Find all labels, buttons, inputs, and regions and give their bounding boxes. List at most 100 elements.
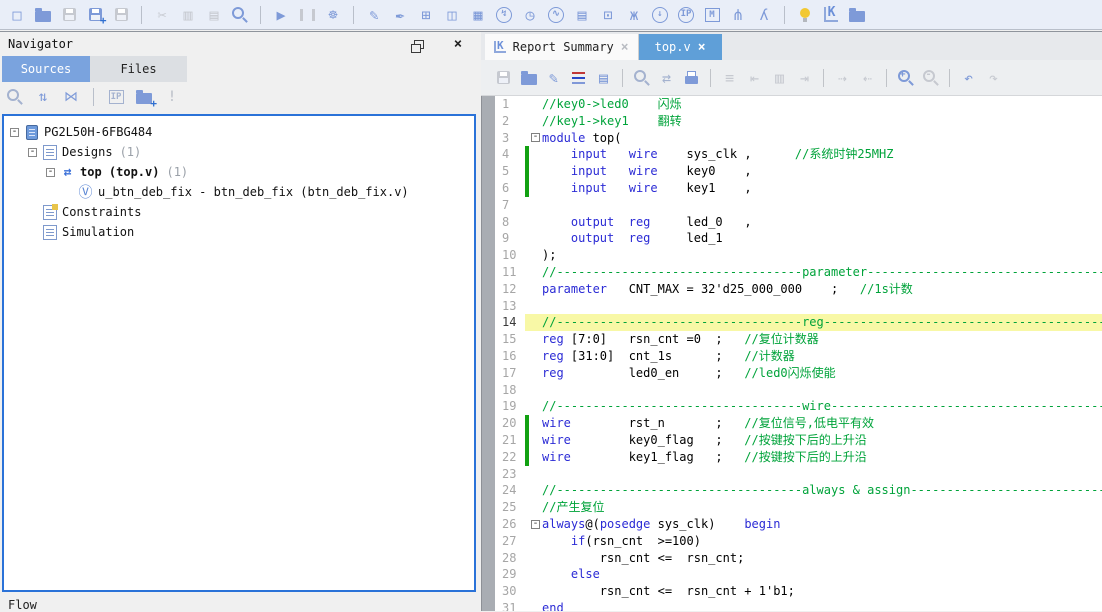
- project-directory-icon[interactable]: [844, 3, 870, 27]
- report-settings-icon[interactable]: ✒: [387, 3, 413, 27]
- report-viewer-icon[interactable]: ▤: [569, 3, 595, 27]
- navigator-toolbar: ⇅⋈ IP+!: [0, 82, 481, 112]
- expander-icon[interactable]: -: [28, 148, 37, 157]
- code-editor[interactable]: 1//key0->led0 闪烁2//key1->key1 翻转3-module…: [495, 96, 1102, 611]
- indent-icon[interactable]: ⇥: [792, 66, 817, 90]
- justify-icon[interactable]: ≡: [717, 66, 742, 90]
- synthesize-icon[interactable]: ↯: [491, 3, 517, 27]
- code-text: output reg led_0 ,: [542, 214, 1102, 231]
- search-sources-icon[interactable]: [2, 85, 28, 109]
- undo-icon[interactable]: ↶: [956, 66, 981, 90]
- prev-bookmark-icon[interactable]: ⇠: [855, 66, 880, 90]
- doc-icon: [42, 145, 57, 160]
- panel-splitter[interactable]: [481, 96, 495, 611]
- editor-tab-bar: KReport Summary× top.v ×: [481, 31, 1102, 60]
- fold-icon[interactable]: -: [531, 520, 540, 529]
- code-line-4: 4 input wire sys_clk , //系统时钟25MHZ: [495, 146, 1102, 163]
- cut-icon[interactable]: ✂: [149, 3, 175, 27]
- float-panel-icon[interactable]: [407, 32, 433, 56]
- tree-item-u-btn-deb-fix-btn-deb-fix-btn-deb-fix-v[interactable]: Ⓥu_btn_deb_fix - btn_deb_fix (btn_deb_fi…: [4, 182, 474, 202]
- pause-flow-icon[interactable]: [294, 3, 320, 27]
- open-file-icon[interactable]: [516, 66, 541, 90]
- flow-panel-label[interactable]: Flow: [8, 598, 37, 612]
- tree-item-constraints[interactable]: Constraints: [4, 202, 474, 222]
- line-number: 19: [495, 398, 525, 415]
- download-bitstream-icon[interactable]: ↓: [647, 3, 673, 27]
- save-file-icon[interactable]: [491, 66, 516, 90]
- code-line-16: 16reg [31:0] cnt_1s ; //计数器: [495, 348, 1102, 365]
- tree-item-top-top-v[interactable]: -⇄top (top.v)(1): [4, 162, 474, 182]
- debugger-icon[interactable]: ж: [621, 3, 647, 27]
- add-source-node-icon[interactable]: ⋔: [725, 3, 751, 27]
- find-in-files-icon[interactable]: [227, 3, 253, 27]
- edit-constraints-icon[interactable]: ✎: [361, 3, 387, 27]
- find-icon[interactable]: [629, 66, 654, 90]
- code-text: else: [542, 566, 1102, 583]
- save-all-icon[interactable]: [108, 3, 134, 27]
- new-file-icon[interactable]: □: [4, 3, 30, 27]
- schematic-view-icon[interactable]: ⊞: [413, 3, 439, 27]
- design-hierarchy-icon[interactable]: ʎ: [751, 3, 777, 27]
- tree-item-simulation[interactable]: Simulation: [4, 222, 474, 242]
- expander-icon[interactable]: -: [10, 128, 19, 137]
- tab-top-v[interactable]: top.v ×: [639, 34, 722, 60]
- line-number: 26: [495, 516, 525, 533]
- k-tool-icon[interactable]: K: [818, 3, 844, 27]
- tips-icon[interactable]: [792, 3, 818, 27]
- outdent-icon[interactable]: ⇤: [742, 66, 767, 90]
- zoom-in-icon[interactable]: [893, 66, 918, 90]
- save-icon[interactable]: [56, 3, 82, 27]
- copy-icon[interactable]: ▥: [175, 3, 201, 27]
- paste-icon[interactable]: ▤: [201, 3, 227, 27]
- tab-sources[interactable]: Sources: [2, 56, 90, 82]
- expand-all-icon[interactable]: ⇅: [30, 85, 56, 109]
- show-messages-icon[interactable]: !: [159, 85, 185, 109]
- templates-icon[interactable]: ▤: [591, 66, 616, 90]
- zoom-out-icon[interactable]: [918, 66, 943, 90]
- close-panel-icon[interactable]: ×: [445, 32, 471, 56]
- open-project-icon[interactable]: [30, 3, 56, 27]
- line-number: 13: [495, 298, 525, 315]
- constraints-icon: [42, 205, 57, 220]
- run-flow-icon[interactable]: ▶: [268, 3, 294, 27]
- ip-sources-icon[interactable]: IP: [103, 85, 129, 109]
- monitor-icon[interactable]: M: [699, 3, 725, 27]
- tab-files[interactable]: Files: [90, 56, 187, 82]
- next-bookmark-icon[interactable]: ⇢: [830, 66, 855, 90]
- vcircle-icon: Ⓥ: [78, 185, 93, 200]
- line-number: 2: [495, 113, 525, 130]
- format-block-icon[interactable]: ▥: [767, 66, 792, 90]
- edit-file-icon[interactable]: ✎: [541, 66, 566, 90]
- signal-analyzer-icon[interactable]: ∿: [543, 3, 569, 27]
- chip-viewer-icon[interactable]: ⊡: [595, 3, 621, 27]
- close-tab-icon[interactable]: ×: [698, 40, 706, 55]
- sources-tree[interactable]: -PG2L50H-6FBG484-Designs(1)-⇄top (top.v)…: [2, 114, 476, 592]
- settings-icon[interactable]: ☸: [320, 3, 346, 27]
- timing-analysis-icon[interactable]: ◷: [517, 3, 543, 27]
- code-line-14: 14//----------------------------------re…: [495, 314, 1102, 331]
- syntax-check-icon[interactable]: [566, 66, 591, 90]
- find-replace-icon[interactable]: ⇄: [654, 66, 679, 90]
- toolbar-separator: [710, 69, 711, 87]
- tab-report-summary[interactable]: KReport Summary×: [485, 34, 639, 60]
- collapse-all-icon[interactable]: ⋈: [58, 85, 84, 109]
- tree-item-designs[interactable]: -Designs(1): [4, 142, 474, 162]
- code-line-3: 3-module top(: [495, 130, 1102, 147]
- add-sources-icon[interactable]: +: [131, 85, 157, 109]
- close-tab-icon[interactable]: ×: [621, 40, 629, 55]
- line-number: 25: [495, 499, 525, 516]
- tree-item-pg2l50h-6fbg484[interactable]: -PG2L50H-6FBG484: [4, 122, 474, 142]
- expander-icon[interactable]: -: [46, 168, 55, 177]
- toolbar-separator: [353, 6, 354, 24]
- redo-icon[interactable]: ↷: [981, 66, 1006, 90]
- code-line-1: 1//key0->led0 闪烁: [495, 96, 1102, 113]
- calculator-icon[interactable]: ▦: [465, 3, 491, 27]
- print-icon[interactable]: [679, 66, 704, 90]
- netlist-hierarchy-icon[interactable]: ◫: [439, 3, 465, 27]
- ip-center-icon[interactable]: IP: [673, 3, 699, 27]
- save-as-icon[interactable]: +: [82, 3, 108, 27]
- tab-label: top.v: [655, 40, 691, 54]
- code-text: reg [7:0] rsn_cnt =0 ; //复位计数器: [542, 331, 1102, 348]
- code-text: reg [31:0] cnt_1s ; //计数器: [542, 348, 1102, 365]
- fold-icon[interactable]: -: [531, 133, 540, 142]
